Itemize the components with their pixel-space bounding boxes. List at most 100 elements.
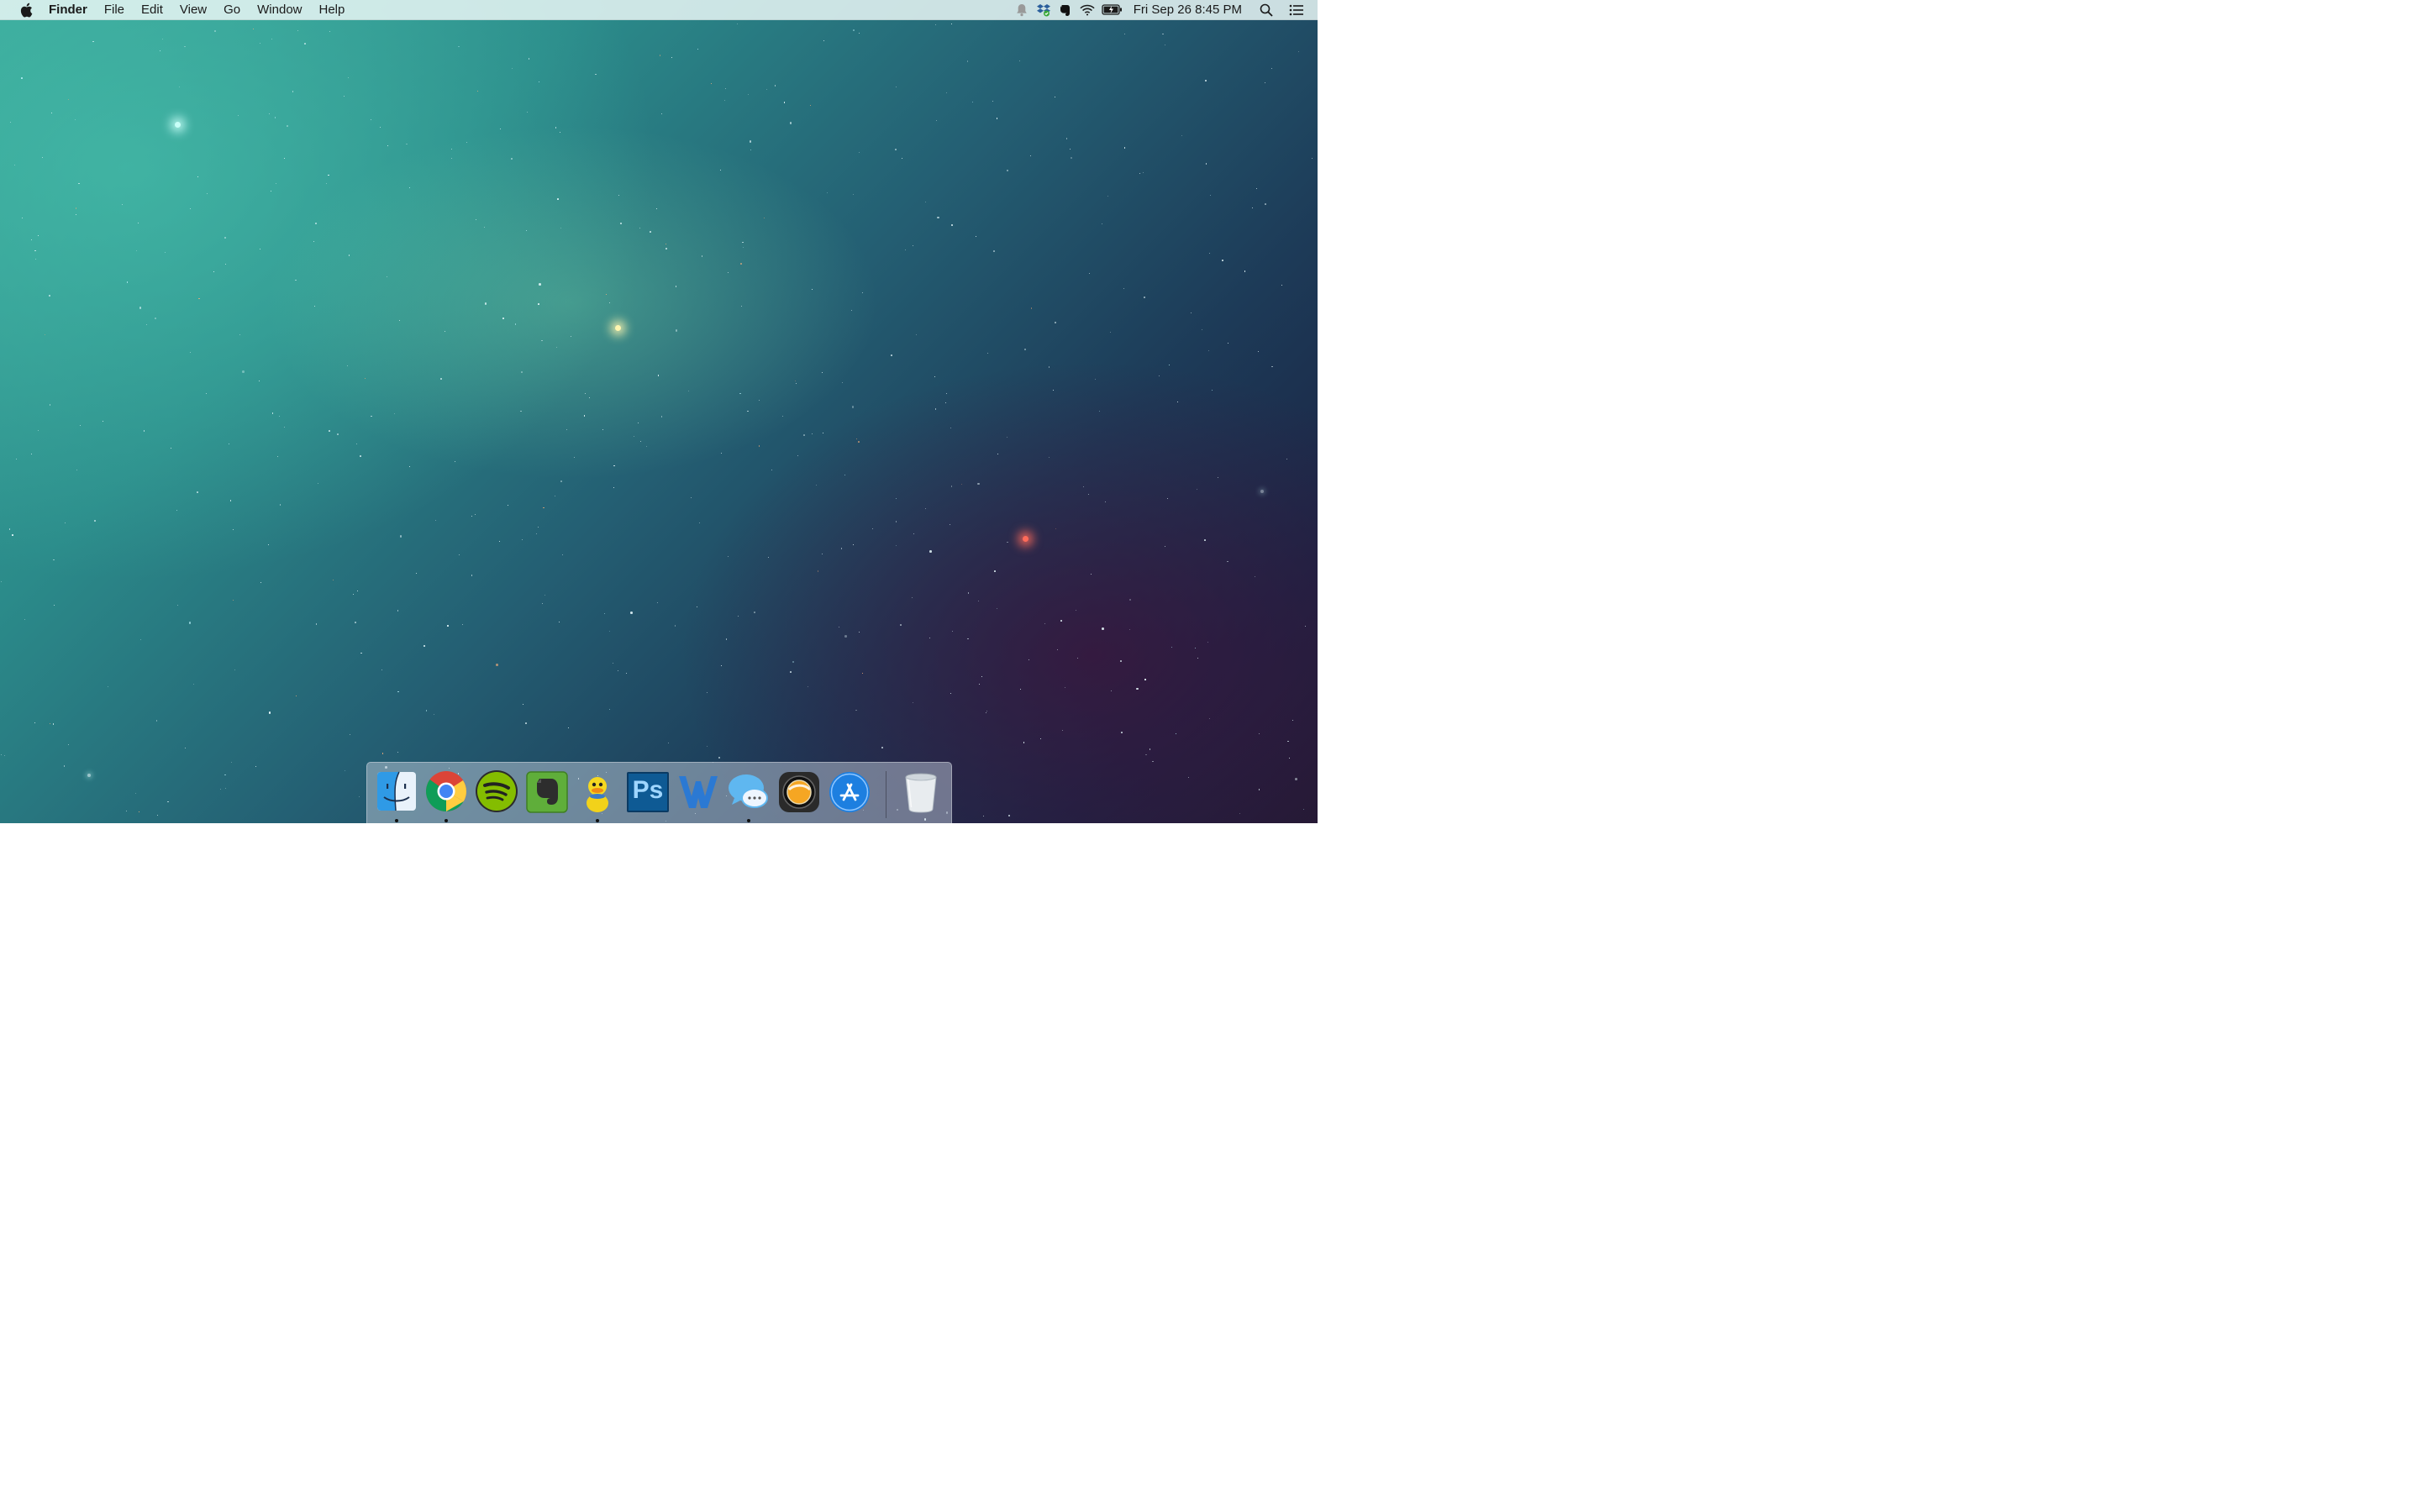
star	[665, 248, 667, 249]
dock-item-finder[interactable]	[374, 769, 419, 822]
star	[1281, 285, 1282, 286]
star	[21, 77, 23, 79]
star	[768, 557, 770, 559]
star	[135, 792, 137, 794]
star	[1102, 627, 1104, 630]
star	[268, 113, 270, 114]
star	[461, 624, 463, 626]
star	[42, 156, 44, 158]
dock-item-word[interactable]	[676, 769, 721, 815]
menu-window[interactable]: Window	[249, 0, 310, 19]
menu-view[interactable]: View	[171, 0, 215, 19]
star	[49, 722, 51, 725]
star	[881, 747, 883, 749]
notification-bell-icon[interactable]	[1014, 3, 1029, 18]
star	[1258, 789, 1260, 790]
bright-star	[615, 325, 621, 331]
dock-item-chrome[interactable]	[424, 769, 469, 822]
star	[904, 249, 906, 250]
star	[447, 624, 450, 627]
star	[944, 402, 947, 404]
star	[329, 31, 331, 33]
star	[12, 533, 13, 536]
star	[935, 119, 937, 121]
star	[619, 222, 623, 225]
star	[750, 149, 752, 151]
dock-item-aperture[interactable]	[776, 769, 822, 815]
star	[721, 665, 723, 667]
star	[347, 76, 349, 78]
star	[557, 198, 560, 201]
menubar-clock[interactable]: Fri Sep 26 8:45 PM	[1134, 3, 1242, 17]
star	[541, 339, 543, 342]
star	[346, 365, 348, 366]
star	[268, 711, 271, 714]
star	[1087, 493, 1090, 496]
star	[979, 683, 981, 685]
star	[740, 263, 742, 265]
star	[803, 434, 805, 436]
star	[711, 82, 713, 84]
wifi-icon[interactable]	[1080, 3, 1095, 18]
star	[844, 474, 846, 476]
star	[381, 669, 383, 671]
star	[742, 241, 744, 244]
star	[774, 85, 776, 87]
star	[811, 289, 813, 291]
star	[1244, 270, 1246, 272]
dock-item-app-store[interactable]	[827, 769, 872, 815]
star	[790, 671, 792, 674]
battery-charging-icon[interactable]	[1102, 3, 1123, 18]
star	[1019, 60, 1021, 62]
star	[747, 410, 749, 412]
star	[1048, 365, 1050, 368]
dock-item-evernote[interactable]	[524, 769, 570, 815]
star	[1083, 486, 1085, 487]
star	[544, 595, 545, 596]
star	[1123, 146, 1126, 149]
star	[94, 520, 96, 522]
star	[1023, 348, 1027, 351]
star	[1030, 307, 1033, 309]
star	[359, 455, 361, 457]
menu-edit[interactable]: Edit	[133, 0, 171, 19]
menu-app-finder[interactable]: Finder	[49, 0, 96, 19]
star	[792, 660, 795, 664]
dropbox-icon[interactable]	[1036, 3, 1051, 18]
star	[451, 148, 453, 150]
star	[520, 410, 522, 412]
star	[915, 333, 917, 335]
star	[1070, 156, 1073, 160]
star	[613, 486, 615, 488]
star	[189, 352, 191, 354]
apple-logo-icon[interactable]	[18, 3, 34, 18]
star	[476, 90, 478, 92]
star	[205, 393, 207, 395]
star	[10, 122, 12, 123]
spotlight-search-icon[interactable]	[1259, 3, 1274, 18]
menu-file[interactable]: File	[96, 0, 133, 19]
dock-item-photoshop[interactable]: Ps	[625, 769, 671, 815]
star	[858, 441, 860, 443]
dock-item-spotify[interactable]	[474, 769, 519, 815]
star	[1049, 456, 1050, 458]
star	[539, 283, 541, 286]
dock-item-messages[interactable]	[726, 769, 771, 822]
dock-item-trash[interactable]	[898, 769, 944, 815]
notification-center-icon[interactable]	[1289, 3, 1304, 18]
star	[655, 207, 657, 209]
menu-help[interactable]: Help	[311, 0, 354, 19]
star	[657, 375, 660, 377]
dock-item-adium[interactable]	[575, 769, 620, 822]
star	[1062, 729, 1064, 731]
star	[440, 377, 442, 380]
evernote-icon[interactable]	[1058, 3, 1073, 18]
star	[1222, 260, 1223, 261]
star	[1091, 574, 1092, 575]
star	[706, 745, 708, 747]
star	[924, 507, 926, 509]
star	[167, 801, 169, 803]
star	[895, 521, 897, 523]
menu-go[interactable]: Go	[215, 0, 249, 19]
star	[399, 535, 402, 538]
